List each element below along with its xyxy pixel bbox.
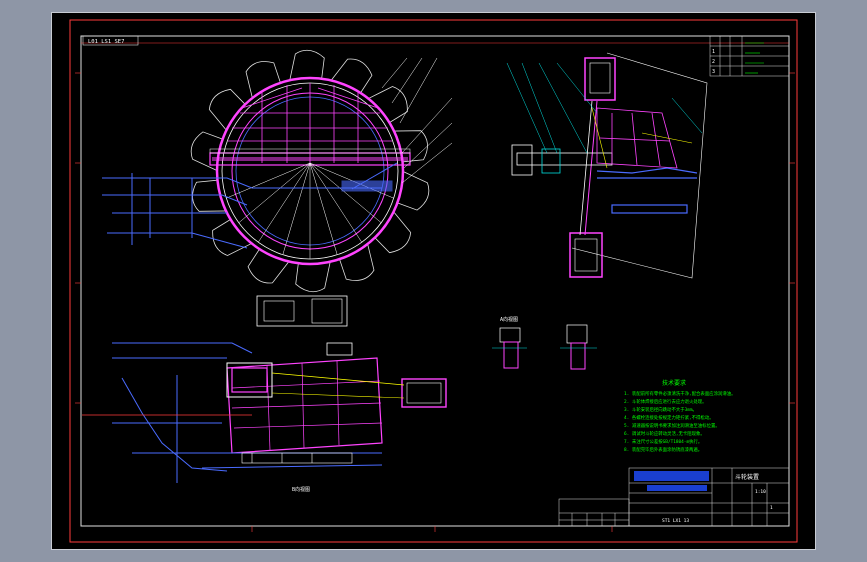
note-5: 5. 减速器按说明书要求加注润滑油至油标位置。 (624, 422, 720, 429)
parts-table (709, 35, 790, 77)
section-views: A向视图 (492, 316, 597, 370)
sheet-code-label: L01 LS1 SE7 (88, 39, 124, 45)
drawing-canvas: L01 LS1 SE7 1 2 3 B向视图 A向视图 技术要求 1. 装配前所… (69, 19, 798, 543)
title-block-scale: 1:10 (755, 489, 766, 495)
note-8: 8. 装配完毕后外表面涂防锈底漆两遍。 (624, 446, 702, 453)
note-6: 6. 调试时斗轮应转动灵活,无卡阻现象。 (624, 430, 705, 437)
parts-row-2: 2 (712, 59, 715, 65)
view-label-a: A向视图 (500, 316, 518, 323)
side-view (506, 52, 708, 279)
note-7: 7. 未注尺寸公差按GB/T1804-m执行。 (624, 438, 702, 445)
technical-notes: 技术要求 1. 装配前所有零件必须清洗干净,配合表面应涂润滑油。 2. 斗轮体焊… (624, 379, 736, 453)
title-block-name: 斗轮装置 (735, 473, 759, 481)
parts-row-3: 3 (712, 69, 715, 75)
bucket-wheel-view (102, 49, 453, 293)
plan-view: B向视图 (82, 295, 447, 493)
note-2: 2. 斗轮体焊接后应进行去应力退火处理。 (624, 398, 707, 405)
outer-frame (69, 19, 798, 543)
cad-viewport[interactable]: L01 LS1 SE7 1 2 3 B向视图 A向视图 技术要求 1. 装配前所… (51, 12, 816, 550)
title-block-sheet: 1 (770, 505, 773, 511)
notes-title: 技术要求 (662, 379, 686, 387)
view-label-lower: B向视图 (292, 486, 310, 493)
note-1: 1. 装配前所有零件必须清洗干净,配合表面应涂润滑油。 (624, 390, 736, 397)
note-4: 4. 各螺栓连接处按规定力矩拧紧,不得松动。 (624, 414, 714, 421)
sheet-code-bottom: ST1 LX1 13 (662, 518, 689, 524)
parts-row-1: 1 (712, 49, 715, 55)
note-3: 3. 斗轮安装后径向跳动不大于3mm。 (624, 406, 697, 413)
